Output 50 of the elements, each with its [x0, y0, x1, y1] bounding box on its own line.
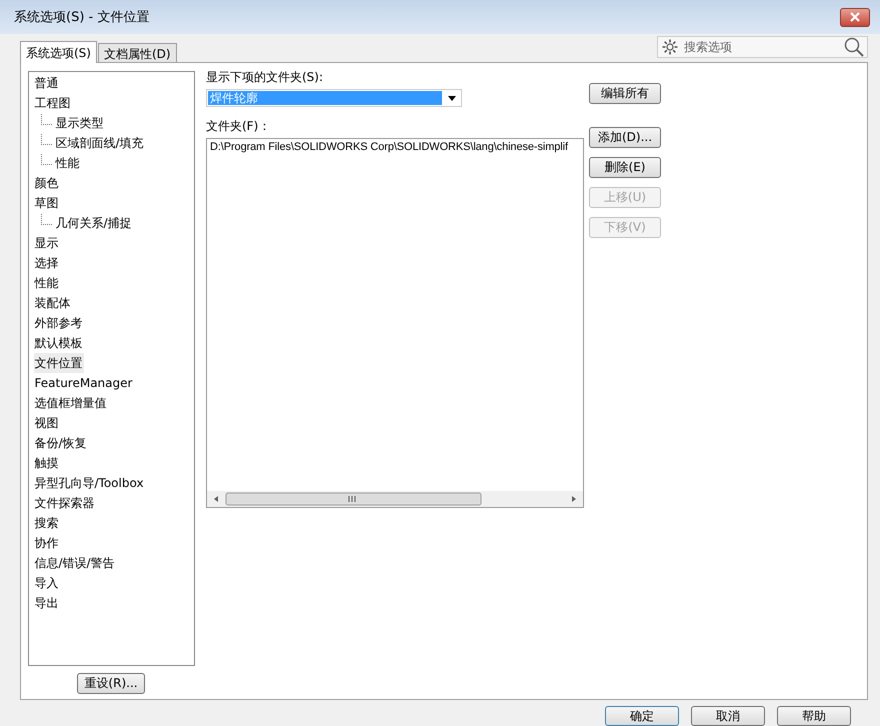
tree-item[interactable]: 文件位置 [34, 353, 84, 373]
tree-connector [40, 214, 52, 224]
tree-item[interactable]: 选择 [34, 253, 60, 273]
tree-item[interactable]: 异型孔向导/Toolbox [34, 473, 145, 493]
tree-item[interactable]: 草图 [34, 193, 60, 213]
gear-icon [661, 38, 679, 56]
tree-item[interactable]: 装配体 [34, 293, 72, 313]
tree-item[interactable]: 几何关系/捕捉 [54, 213, 133, 233]
tree-item[interactable]: 导出 [34, 593, 60, 613]
close-icon [849, 12, 861, 22]
search-icon[interactable] [844, 37, 864, 57]
tab[interactable]: 文档属性(D) [98, 43, 177, 62]
tree-connector [40, 154, 52, 164]
folders-label: 文件夹(F)： [206, 118, 272, 135]
folder-path[interactable]: D:\Program Files\SOLIDWORKS Corp\SOLIDWORKS\lang\chinese-simplif [210, 141, 580, 153]
tab[interactable]: 系统选项(S) [20, 41, 97, 63]
tree-item[interactable]: 性能 [54, 153, 80, 173]
folder-button[interactable]: 添加(D)... [589, 127, 661, 148]
tree-item[interactable]: 颜色 [34, 173, 60, 193]
tree-item[interactable]: 信息/错误/警告 [34, 553, 116, 573]
tree-item[interactable]: 选值框增量值 [34, 393, 108, 413]
folder-type-label: 显示下项的文件夹(S): [206, 69, 324, 86]
caret-icon [448, 96, 456, 100]
tree-item[interactable]: 显示类型 [54, 113, 104, 133]
dialog-button[interactable]: 取消 [691, 706, 765, 726]
tree-item[interactable]: 外部参考 [34, 313, 84, 333]
close-button[interactable] [840, 8, 870, 26]
tree-item[interactable]: 工程图 [34, 93, 72, 113]
tree-item[interactable]: 区域剖面线/填充 [54, 133, 145, 153]
tree-item[interactable]: 触摸 [34, 453, 60, 473]
search-field[interactable]: 搜索选项 [657, 36, 868, 58]
dialog-button[interactable]: 帮助 [777, 706, 851, 726]
folder-button[interactable]: 删除(E) [589, 157, 661, 178]
tree-item[interactable]: 协作 [34, 533, 60, 553]
dialog-button[interactable]: 确定 [605, 706, 679, 726]
tree-item[interactable]: 文件探索器 [34, 493, 96, 513]
tree-connector [40, 114, 52, 124]
tree-item[interactable]: 视图 [34, 413, 60, 433]
edit-all-button[interactable]: 编辑所有 [589, 83, 661, 104]
tree-item[interactable]: FeatureManager [34, 373, 134, 393]
tree-item[interactable]: 备份/恢复 [34, 433, 88, 453]
window-title: 系统选项(S) - 文件位置 [14, 9, 150, 26]
tree-item[interactable]: 显示 [34, 233, 60, 253]
tree-item[interactable]: 默认模板 [34, 333, 84, 353]
tree-connector [40, 134, 52, 144]
tree-item[interactable]: 普通 [34, 73, 60, 93]
tree-item[interactable]: 导入 [34, 573, 60, 593]
tree-item[interactable]: 性能 [34, 273, 60, 293]
tree-item[interactable]: 搜索 [34, 513, 60, 533]
reset-button[interactable]: 重设(R)... [77, 673, 145, 694]
